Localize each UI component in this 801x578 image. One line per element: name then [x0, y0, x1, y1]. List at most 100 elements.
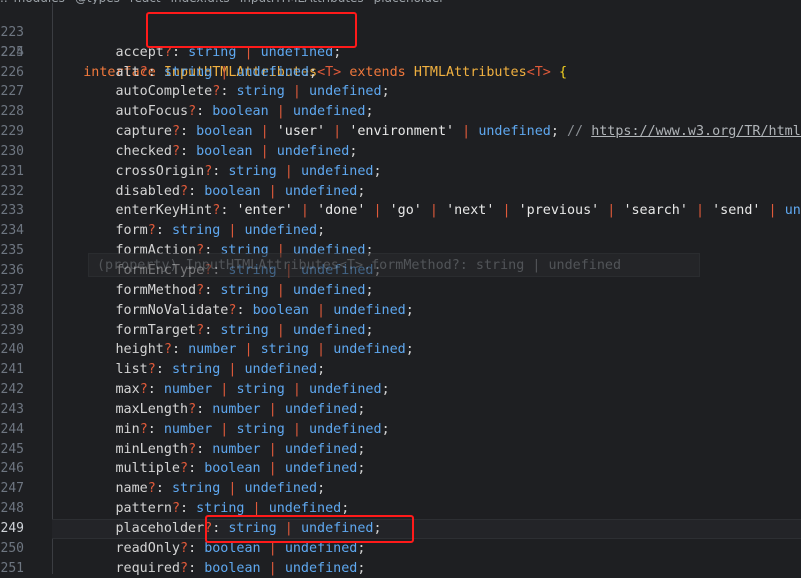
line-number: 243 — [0, 401, 24, 417]
line-number: 232 — [0, 183, 24, 199]
code-line: 238 formNoValidate?: boolean | undefined… — [0, 301, 801, 321]
line-number: 249 — [0, 520, 24, 536]
code-line: 243 maxLength?: number | undefined; — [0, 400, 801, 420]
string-literal: 'previous' — [518, 203, 600, 219]
undefined-keyword: undefined — [309, 421, 382, 437]
line-number: 248 — [0, 501, 24, 517]
undefined-keyword: undefined — [309, 84, 382, 100]
property-name[interactable]: readOnly — [116, 541, 181, 556]
property-name[interactable]: formTarget — [116, 323, 197, 338]
undefined-keyword: undefined — [478, 124, 551, 140]
type-annotation: string — [260, 342, 309, 358]
property-name[interactable]: crossOrigin — [116, 164, 205, 179]
highlight-box-interface-name — [146, 12, 357, 48]
code-line: 246 multiple?: boolean | undefined; — [0, 459, 801, 479]
code-line: 226 alt?: string | undefined; — [0, 63, 801, 83]
property-name[interactable]: maxLength — [116, 402, 189, 417]
undefined-keyword: undefined — [333, 342, 406, 358]
undefined-keyword: undefined — [292, 322, 366, 338]
line-number: 245 — [0, 441, 24, 457]
string-literal: 'user' — [276, 124, 326, 140]
type-annotation: string — [163, 64, 213, 80]
string-literal: 'send' — [712, 203, 761, 219]
type-annotation: string — [228, 163, 277, 179]
line-number: 227 — [0, 84, 24, 100]
type-annotation: string — [220, 322, 269, 338]
line-number: 238 — [0, 302, 24, 318]
type-annotation: string — [236, 421, 285, 437]
property-name[interactable]: required — [116, 561, 181, 576]
line-number: 251 — [0, 560, 24, 576]
property-name[interactable]: multiple — [116, 461, 181, 476]
line-number: 226 — [0, 64, 24, 80]
type-annotation: number — [212, 401, 261, 417]
property-name[interactable]: max — [116, 382, 140, 397]
type-annotation: string — [196, 501, 245, 517]
type-annotation: number — [163, 421, 213, 437]
type-annotation: string — [171, 362, 221, 378]
property-name[interactable]: autoFocus — [116, 104, 189, 119]
line-number: 228 — [0, 104, 24, 120]
code-line: 233 enterKeyHint?: 'enter' | 'done' | 'g… — [0, 201, 801, 221]
code-line: 231 crossOrigin?: string | undefined; — [0, 162, 801, 182]
property-name[interactable]: minLength — [116, 442, 189, 457]
property-name[interactable]: form — [116, 223, 148, 238]
property-name[interactable]: capture — [116, 124, 172, 139]
type-annotation: string — [236, 382, 285, 398]
property-name[interactable]: alt — [116, 65, 140, 80]
type-annotation: number — [188, 342, 237, 358]
code-editor[interactable]: 223 224 interface InputHTMLAttributes<T>… — [0, 3, 801, 578]
code-line: 242 max?: number | string | undefined; — [0, 380, 801, 400]
string-literal: 'done' — [317, 203, 366, 219]
undefined-keyword: undefined — [244, 223, 318, 239]
code-line: 232 disabled?: boolean | undefined; — [0, 182, 801, 202]
type-annotation: boolean — [196, 124, 253, 140]
property-name[interactable]: autoComplete — [116, 84, 213, 99]
undefined-keyword: undefined — [244, 481, 318, 497]
undefined-keyword: undefined — [284, 401, 358, 417]
string-literal: 'environment' — [349, 124, 455, 140]
string-literal: 'search' — [623, 203, 688, 219]
code-line: 247 name?: string | undefined; — [0, 479, 801, 499]
line-number: 236 — [0, 262, 24, 278]
code-line: 241 list?: string | undefined; — [0, 360, 801, 380]
line-number: 235 — [0, 243, 24, 259]
undefined-keyword: undefined — [292, 104, 366, 120]
property-name[interactable]: min — [116, 422, 140, 437]
highlight-box-placeholder-type — [205, 515, 414, 543]
code-line: 228 autoFocus?: boolean | undefined; — [0, 102, 801, 122]
property-name[interactable]: placeholder — [116, 521, 205, 536]
line-number: 241 — [0, 362, 24, 378]
interface-declaration-line: 224 interface InputHTMLAttributes<T> ext… — [0, 23, 801, 80]
property-name[interactable]: formNoValidate — [116, 303, 229, 318]
line-number: 250 — [0, 540, 24, 556]
property-name[interactable]: formMethod — [116, 283, 197, 298]
line-number: 244 — [0, 421, 24, 437]
string-literal: 'enter' — [236, 203, 293, 219]
property-name[interactable]: checked — [116, 144, 172, 159]
property-name[interactable]: pattern — [116, 501, 172, 516]
undefined-keyword: undefined — [309, 382, 382, 398]
code-line: 234 form?: string | undefined; — [0, 221, 801, 241]
undefined-keyword: undefined — [284, 540, 358, 556]
comment-link[interactable]: https://www.w3.org/TR/html- — [591, 124, 801, 139]
property-name[interactable]: list — [116, 362, 148, 377]
undefined-keyword: undefined — [268, 501, 342, 517]
code-line: 239 formTarget?: string | undefined; — [0, 321, 801, 341]
property-name[interactable]: enterKeyHint — [116, 203, 213, 218]
comment: // — [567, 124, 592, 140]
undefined-keyword: undefined — [284, 560, 358, 576]
code-line: 227 autoComplete?: string | undefined; — [0, 82, 801, 102]
type-annotation: boolean — [204, 560, 261, 576]
type-annotation: number — [212, 441, 261, 457]
property-name[interactable]: height — [116, 342, 164, 357]
type-annotation: string — [220, 282, 269, 298]
line-number: 225 — [0, 44, 24, 60]
property-name[interactable]: disabled — [116, 184, 181, 199]
property-name[interactable]: name — [116, 481, 148, 496]
line-number: 231 — [0, 163, 24, 179]
line-number: 242 — [0, 382, 24, 398]
undefined-keyword: undefined — [236, 64, 309, 80]
line-number: 237 — [0, 282, 24, 298]
code-line: 225 accept?: string | undefined; — [0, 43, 801, 63]
